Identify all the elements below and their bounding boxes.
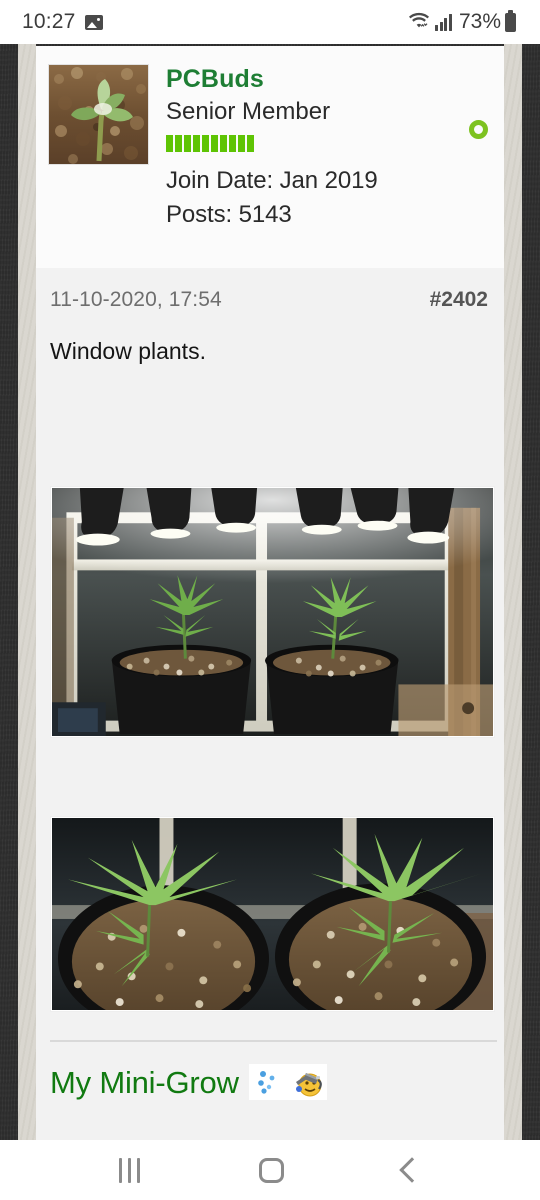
online-status-indicator <box>469 120 488 139</box>
photo-notification-icon <box>84 14 103 30</box>
page-gutter-right <box>504 44 522 1140</box>
water-drops-emote <box>251 1066 284 1099</box>
cellular-signal-icon <box>435 13 452 31</box>
recents-icon[interactable] <box>119 1157 141 1183</box>
watering-can-smiley-emote <box>289 1066 324 1099</box>
user-join-date: Join Date: Jan 2019 <box>166 166 378 194</box>
wifi-icon <box>407 10 431 35</box>
signature-emotes <box>248 1064 327 1101</box>
forum-post-card: PCBuds Senior Member Join Date: Jan 2019… <box>36 46 504 1140</box>
attachment-photo-1[interactable] <box>50 486 495 739</box>
page-gutter-left <box>18 44 36 1140</box>
status-bar-clock: 10:27 <box>22 10 76 33</box>
attachment-photo-2-image <box>52 818 493 1011</box>
battery-percent-label: 73% <box>458 10 501 33</box>
post-attachments <box>36 486 504 1013</box>
user-post-count: Posts: 5143 <box>166 200 292 228</box>
status-bar: 10:27 73% <box>0 0 540 44</box>
post-meta-row: 11-10-2020, 17:54 #2402 <box>36 268 504 312</box>
post-timestamp: 11-10-2020, 17:54 <box>50 288 222 311</box>
home-icon[interactable] <box>258 1157 284 1183</box>
back-icon[interactable] <box>398 1157 425 1183</box>
phone-screen: 10:27 73% PCBuds Senior Member Join Date… <box>0 0 540 1200</box>
seedling-avatar-image <box>49 65 148 164</box>
status-bar-left: 10:27 <box>22 10 103 34</box>
post-number-link[interactable]: #2402 <box>430 288 488 312</box>
signature-divider <box>50 1040 497 1043</box>
post-user-header: PCBuds Senior Member Join Date: Jan 2019… <box>36 46 504 268</box>
user-info-block: PCBuds Senior Member <box>166 62 492 152</box>
attachment-photo-1-image <box>52 488 493 737</box>
post-body: Window plants. <box>36 312 504 368</box>
user-meta-block: Join Date: Jan 2019 Posts: 5143 <box>166 164 492 232</box>
post-message-text: Window plants. <box>50 338 206 364</box>
reputation-bar <box>166 134 492 152</box>
username-link[interactable]: PCBuds <box>166 66 492 93</box>
user-title: Senior Member <box>166 98 331 126</box>
status-bar-right: 73% <box>407 9 516 35</box>
android-navigation-bar <box>0 1140 540 1200</box>
avatar[interactable] <box>48 64 149 165</box>
post-signature-wrapper: My Mini-Grow <box>36 1040 504 1101</box>
battery-icon <box>505 9 516 32</box>
post-signature: My Mini-Grow <box>50 1064 490 1101</box>
signature-link[interactable]: My Mini-Grow <box>50 1067 239 1098</box>
attachment-photo-2[interactable] <box>50 816 495 1013</box>
